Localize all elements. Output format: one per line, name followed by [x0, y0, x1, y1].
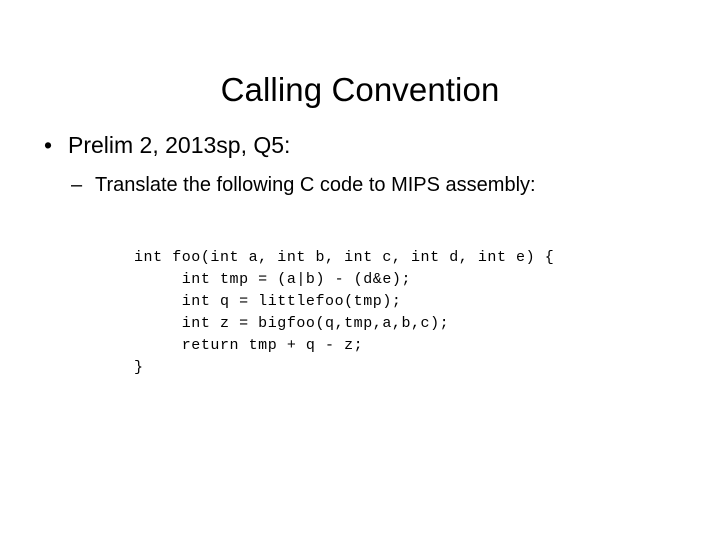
bullet-dash-icon: – [71, 174, 83, 196]
code-block: int foo(int a, int b, int c, int d, int … [134, 247, 554, 379]
bullet-level1-label: Prelim 2, 2013sp, Q5: [68, 132, 291, 158]
bullet-level2-label: Translate the following C code to MIPS a… [95, 174, 536, 196]
code-line: int tmp = (a|b) - (d&e); [134, 271, 411, 288]
bullet-level2: – Translate the following C code to MIPS… [0, 172, 720, 198]
code-line: } [134, 359, 144, 376]
code-line: int z = bigfoo(q,tmp,a,b,c); [134, 315, 450, 332]
slide: Calling Convention • Prelim 2, 2013sp, Q… [0, 0, 720, 540]
code-line: return tmp + q - z; [134, 337, 364, 354]
page-title: Calling Convention [220, 71, 500, 109]
slide-body: • Prelim 2, 2013sp, Q5: – Translate the … [0, 130, 720, 198]
code-line: int foo(int a, int b, int c, int d, int … [134, 249, 555, 266]
bullet-dot-icon: • [44, 132, 53, 158]
bullet-level1: • Prelim 2, 2013sp, Q5: [0, 130, 720, 160]
code-line: int q = littlefoo(tmp); [134, 293, 402, 310]
